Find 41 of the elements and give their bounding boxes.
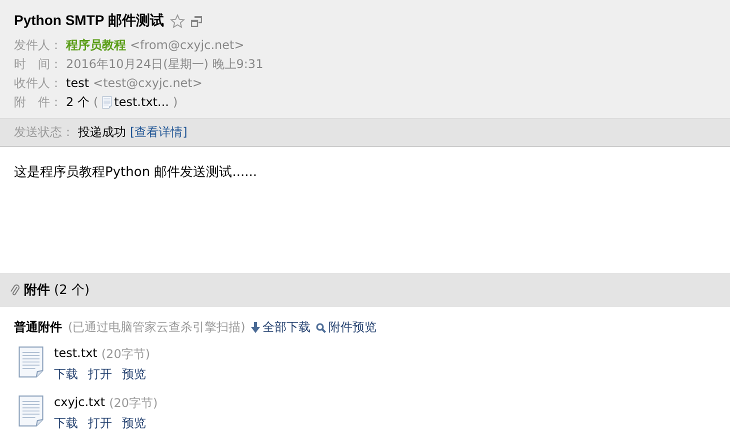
attachments-title: 附件 bbox=[24, 282, 50, 299]
contact-name[interactable]: test bbox=[66, 74, 90, 93]
email-subject: Python SMTP 邮件测试 bbox=[14, 12, 164, 30]
file-size: (20字节) bbox=[101, 346, 150, 363]
status-label: 发送状态： bbox=[14, 124, 74, 141]
download-all-link[interactable]: 全部下载 bbox=[251, 319, 310, 336]
status-value: 投递成功 bbox=[78, 124, 126, 141]
field-label: 时 间： bbox=[14, 56, 62, 73]
attachment-count: 2 个 bbox=[66, 94, 90, 111]
paperclip-icon bbox=[10, 284, 20, 296]
file-action-link[interactable]: 下载 bbox=[54, 366, 78, 383]
file-action-link[interactable]: 预览 bbox=[122, 366, 146, 383]
date-time: 2016年10月24日(星期一) 晚上9:31 bbox=[66, 56, 264, 73]
new-window-icon[interactable] bbox=[190, 16, 202, 26]
document-icon bbox=[102, 96, 112, 109]
star-icon[interactable] bbox=[170, 14, 185, 28]
file-action-link[interactable]: 打开 bbox=[88, 415, 112, 432]
section-title: 普通附件 bbox=[14, 319, 62, 336]
message-body: 这是程序员教程Python 邮件发送测试...... bbox=[14, 165, 257, 180]
file-size: (20字节) bbox=[109, 395, 158, 412]
search-icon bbox=[316, 322, 326, 332]
parenthesis: ( bbox=[93, 94, 98, 111]
field-label: 附 件： bbox=[14, 94, 62, 111]
attachment-link[interactable]: test.txt... bbox=[102, 93, 169, 112]
email-address: <from@cxyjc.net> bbox=[130, 37, 244, 54]
attachments-count: (2 个) bbox=[54, 282, 90, 299]
details-link[interactable]: [查看详情] bbox=[130, 124, 188, 141]
file-action-link[interactable]: 预览 bbox=[122, 415, 146, 432]
field-label: 收件人： bbox=[14, 75, 62, 92]
scan-note: (已通过电脑管家云查杀引擎扫描) bbox=[68, 319, 246, 336]
preview-all-link[interactable]: 附件预览 bbox=[316, 319, 376, 336]
email-address: <test@cxyjc.net> bbox=[93, 75, 202, 92]
field-label: 发件人： bbox=[14, 37, 62, 54]
document-icon bbox=[18, 346, 44, 378]
file-name: test.txt bbox=[54, 346, 98, 362]
file-action-link[interactable]: 下载 bbox=[54, 415, 78, 432]
download-icon bbox=[251, 322, 260, 333]
document-icon bbox=[18, 395, 44, 427]
file-action-link[interactable]: 打开 bbox=[88, 366, 112, 383]
parenthesis: ) bbox=[172, 94, 178, 111]
file-name: cxyjc.txt bbox=[54, 395, 106, 411]
